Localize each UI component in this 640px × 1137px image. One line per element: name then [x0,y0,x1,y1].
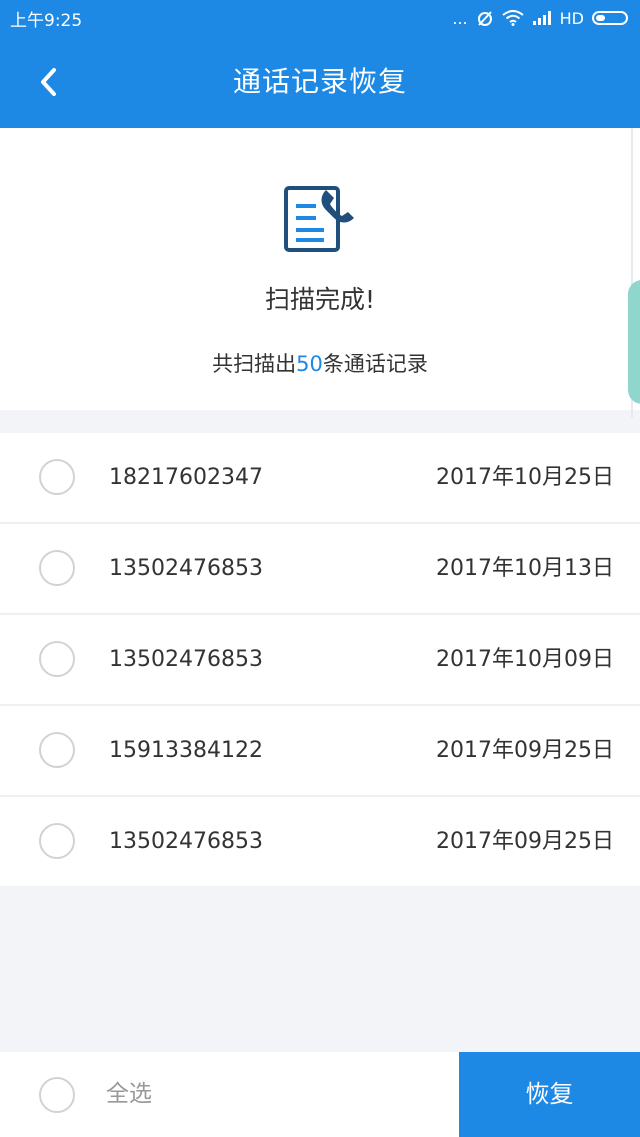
scan-count-number: 50 [296,352,323,376]
scan-count-text: 共扫描出50条通话记录 [0,348,640,378]
list-item[interactable]: 13502476853 2017年09月25日 [0,797,640,886]
scan-count-prefix: 共扫描出 [212,352,297,376]
scan-count-suffix: 条通话记录 [322,352,428,376]
status-bar: 上午9:25 ... HD [0,0,640,36]
select-radio[interactable] [39,641,75,677]
select-all-label: 全选 [106,1081,152,1107]
list-item[interactable]: 13502476853 2017年10月13日 [0,524,640,615]
record-phone: 13502476853 [109,556,263,581]
scan-summary: 扫描完成! 共扫描出50条通话记录 [0,128,640,410]
record-date: 2017年10月13日 [436,556,614,581]
page-title: 通话记录恢复 [232,65,407,98]
list-item[interactable]: 13502476853 2017年10月09日 [0,615,640,706]
record-phone: 18217602347 [109,465,263,490]
restore-button[interactable]: 恢复 [459,1052,640,1137]
record-phone: 13502476853 [109,647,263,672]
app-bar: 通话记录恢复 [0,36,640,128]
network-type: HD [559,8,584,28]
scrollbar-handle[interactable] [628,280,640,404]
signal-icon [532,11,551,25]
select-all-toggle[interactable]: 全选 [0,1052,458,1137]
alarm-off-icon [477,11,492,26]
record-date: 2017年09月25日 [436,738,614,763]
more-notifications-icon: ... [452,8,468,28]
status-time: 上午9:25 [10,10,83,31]
select-radio[interactable] [39,459,75,495]
list-item[interactable]: 15913384122 2017年09月25日 [0,706,640,797]
wifi-icon [502,10,524,26]
select-all-radio[interactable] [39,1077,75,1113]
record-date: 2017年09月25日 [436,829,614,854]
bottom-action-bar: 全选 恢复 [0,1052,640,1137]
scan-complete-title: 扫描完成! [264,285,376,314]
select-radio[interactable] [39,550,75,586]
record-phone: 15913384122 [109,738,263,763]
call-log-document-icon [284,186,354,252]
record-date: 2017年10月09日 [436,647,614,672]
record-date: 2017年10月25日 [436,465,614,490]
call-record-list: 18217602347 2017年10月25日 13502476853 2017… [0,433,640,886]
select-radio[interactable] [39,823,75,859]
select-radio[interactable] [39,732,75,768]
list-item[interactable]: 18217602347 2017年10月25日 [0,433,640,524]
status-icons: ... HD [452,9,628,28]
record-phone: 13502476853 [109,829,263,854]
battery-icon [592,11,628,25]
